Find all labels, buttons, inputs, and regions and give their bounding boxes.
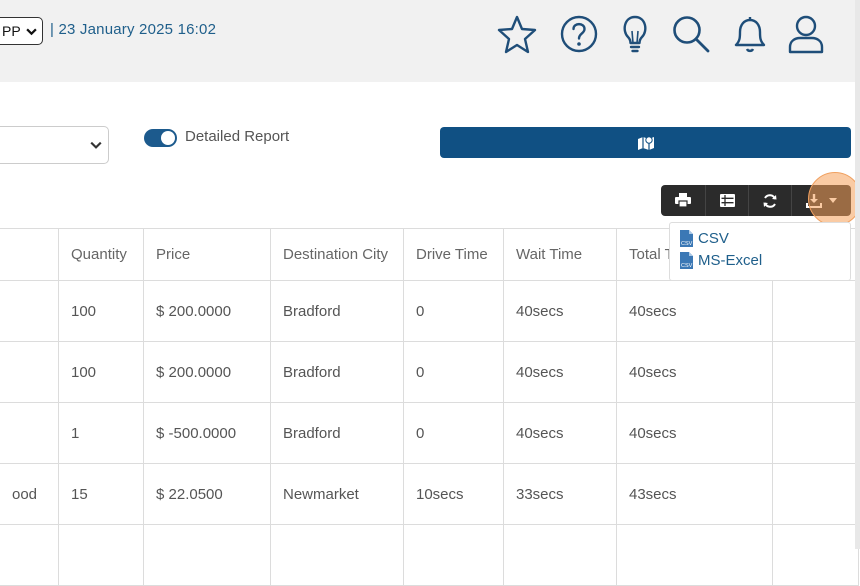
help-icon[interactable] (559, 14, 599, 54)
table-cell: 43secs (616, 463, 773, 525)
current-datetime: | 23 January 2025 16:02 (50, 21, 217, 38)
table-cell (270, 524, 404, 586)
report-filter-select[interactable] (0, 126, 109, 164)
page-edge (855, 0, 860, 549)
table-cell (0, 402, 59, 464)
column-header-quantity[interactable]: Quantity (58, 228, 144, 281)
table-cell (772, 280, 859, 342)
csv-file-icon: CSV (680, 252, 693, 269)
table-cell: 0 (403, 402, 504, 464)
export-excel-label: MS-Excel (698, 252, 763, 269)
refresh-button[interactable] (749, 185, 791, 216)
table-cell (772, 463, 859, 525)
print-icon (675, 193, 691, 208)
table-cell: 0 (403, 280, 504, 342)
table-cell: 40secs (503, 402, 617, 464)
table-row: 100 $ 200.0000 Bradford 0 40secs 40secs (0, 280, 859, 342)
export-excel-item[interactable]: CSV MS-Excel (679, 252, 762, 269)
table-cell: 40secs (503, 341, 617, 403)
table-cell: $ -500.0000 (143, 402, 271, 464)
table-cell: 0 (403, 341, 504, 403)
column-header-drive-time[interactable]: Drive Time (403, 228, 504, 281)
map-icon (637, 135, 654, 150)
table-cell (58, 524, 144, 586)
lightbulb-icon[interactable] (615, 14, 655, 54)
columns-button[interactable] (706, 185, 748, 216)
table-cell (0, 524, 59, 586)
map-view-button[interactable] (440, 127, 851, 158)
table-cell: $ 200.0000 (143, 280, 271, 342)
chevron-down-icon (90, 141, 102, 149)
svg-text:CSV: CSV (681, 241, 693, 247)
table-cell: Bradford (270, 402, 404, 464)
table-cell: $ 200.0000 (143, 341, 271, 403)
table-row: ood 15 $ 22.0500 Newmarket 10secs 33secs… (0, 463, 859, 525)
star-icon[interactable] (497, 14, 537, 54)
column-header-price[interactable]: Price (143, 228, 271, 281)
toggle-knob (161, 131, 175, 145)
table-cell: 100 (58, 341, 144, 403)
table-cell: 40secs (616, 402, 773, 464)
table-cell: ood (0, 463, 59, 525)
table-cell (772, 402, 859, 464)
export-csv-label: CSV (698, 230, 729, 247)
search-icon[interactable] (671, 14, 711, 54)
table-cell (0, 280, 59, 342)
csv-file-icon: CSV (680, 230, 693, 247)
table-cell (503, 524, 617, 586)
click-highlight (808, 172, 860, 226)
table-cell (772, 341, 859, 403)
table-row: 100 $ 200.0000 Bradford 0 40secs 40secs (0, 341, 859, 403)
bell-icon[interactable] (730, 14, 770, 54)
refresh-icon (763, 193, 777, 208)
table-cell (143, 524, 271, 586)
column-header[interactable] (0, 228, 59, 281)
company-select[interactable]: PP (0, 17, 43, 45)
table-row (0, 524, 859, 586)
detailed-report-toggle[interactable] (144, 129, 177, 147)
detailed-report-label: Detailed Report (185, 128, 290, 145)
column-header-wait-time[interactable]: Wait Time (503, 228, 617, 281)
table-cell: 100 (58, 280, 144, 342)
print-button[interactable] (661, 185, 705, 216)
table-cell: 40secs (503, 280, 617, 342)
table-cell (616, 524, 773, 586)
column-header-destination-city[interactable]: Destination City (270, 228, 404, 281)
user-icon[interactable] (786, 14, 826, 54)
company-select-value: PP (2, 23, 21, 39)
table-cell: Bradford (270, 341, 404, 403)
export-csv-item[interactable]: CSV CSV (679, 230, 729, 247)
table-cell: 33secs (503, 463, 617, 525)
list-icon (719, 194, 735, 207)
table-row: 1 $ -500.0000 Bradford 0 40secs 40secs (0, 402, 859, 464)
export-dropdown-menu: CSV CSV CSV MS-Excel (669, 222, 851, 281)
table-cell: Newmarket (270, 463, 404, 525)
table-cell: $ 22.0500 (143, 463, 271, 525)
table-cell (0, 341, 59, 403)
table-cell: 40secs (616, 341, 773, 403)
table-cell (403, 524, 504, 586)
chevron-down-icon (26, 28, 37, 36)
svg-text:CSV: CSV (681, 263, 693, 269)
table-cell: 15 (58, 463, 144, 525)
table-cell: 10secs (403, 463, 504, 525)
top-bar: PP | 23 January 2025 16:02 (0, 0, 860, 82)
table-cell: Bradford (270, 280, 404, 342)
report-table: Quantity Price Destination City Drive Ti… (0, 228, 859, 586)
table-cell: 1 (58, 402, 144, 464)
table-cell: 40secs (616, 280, 773, 342)
table-cell (772, 524, 859, 586)
